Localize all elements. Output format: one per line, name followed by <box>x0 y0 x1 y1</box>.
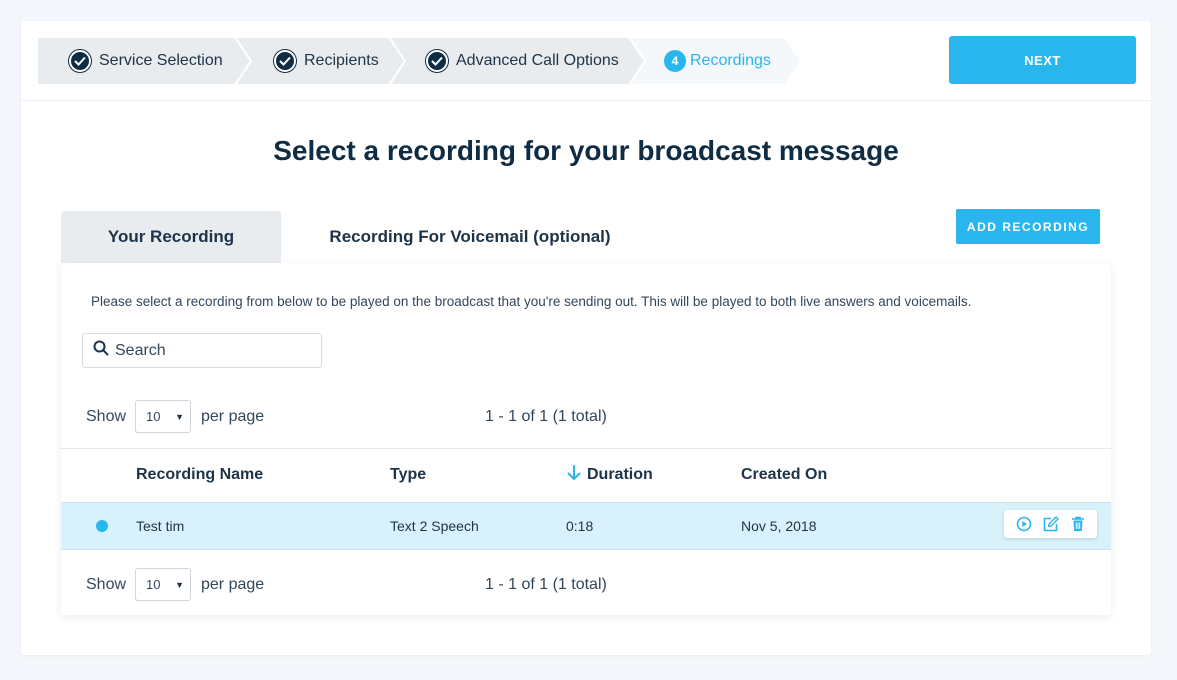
edit-icon[interactable] <box>1042 515 1060 533</box>
show-label: Show <box>86 408 127 425</box>
per-page-label: per page <box>201 408 265 425</box>
table-header: Recording Name Type Duration Created On <box>61 448 1111 502</box>
wizard-header: Service Selection Recipients Advanced Ca… <box>21 21 1151 101</box>
step-label: Recordings <box>690 52 771 69</box>
check-icon <box>426 50 448 72</box>
pagination-top: Show 10 ▼ per page 1 - 1 of 1 (1 total) <box>61 400 1111 434</box>
column-header-recording-name[interactable]: Recording Name <box>136 466 263 484</box>
column-header-duration[interactable]: Duration <box>587 466 653 484</box>
tab-recording-for-voicemail[interactable]: Recording For Voicemail (optional) <box>311 211 629 263</box>
cell-type: Text 2 Speech <box>390 518 479 534</box>
cell-recording-name: Test tim <box>136 518 185 534</box>
step-service-selection[interactable]: Service Selection <box>69 37 223 85</box>
row-actions <box>1004 510 1097 538</box>
cell-created-on: Nov 5, 2018 <box>741 518 817 534</box>
recordings-panel: Please select a recording from below to … <box>61 263 1111 615</box>
play-icon[interactable] <box>1015 515 1033 533</box>
step-label: Service Selection <box>99 52 223 69</box>
per-page-select[interactable]: 10 ▼ <box>135 400 191 433</box>
column-header-created-on[interactable]: Created On <box>741 466 827 484</box>
caret-down-icon: ▼ <box>175 579 184 590</box>
show-label: Show <box>86 576 127 593</box>
step-advanced-call-options[interactable]: Advanced Call Options <box>426 37 619 85</box>
next-button[interactable]: NEXT <box>949 36 1136 84</box>
check-icon <box>274 50 296 72</box>
pagination-summary: 1 - 1 of 1 (1 total) <box>485 408 607 425</box>
step-label: Recipients <box>304 52 379 69</box>
pagination-summary: 1 - 1 of 1 (1 total) <box>485 576 607 593</box>
caret-down-icon: ▼ <box>175 411 184 422</box>
trash-icon[interactable] <box>1069 515 1087 533</box>
step-label: Advanced Call Options <box>456 52 619 69</box>
search-input[interactable] <box>115 341 315 360</box>
column-header-type[interactable]: Type <box>390 466 426 484</box>
step-progress: Service Selection Recipients Advanced Ca… <box>37 37 807 85</box>
table-row[interactable]: Test tim Text 2 Speech 0:18 Nov 5, 2018 <box>61 502 1111 550</box>
page-title: Select a recording for your broadcast me… <box>273 135 899 166</box>
step-number: 4 <box>664 50 686 72</box>
pagination-bottom: Show 10 ▼ per page 1 - 1 of 1 (1 total) <box>61 568 1111 602</box>
per-page-select[interactable]: 10 ▼ <box>135 568 191 601</box>
step-recipients[interactable]: Recipients <box>274 37 379 85</box>
row-selected-radio[interactable] <box>96 520 108 532</box>
add-recording-button[interactable]: ADD RECORDING <box>956 209 1100 244</box>
wizard-card: Service Selection Recipients Advanced Ca… <box>21 21 1151 655</box>
step-recordings[interactable]: 4 Recordings <box>664 37 771 85</box>
per-page-value: 10 <box>146 409 161 424</box>
tab-your-recording[interactable]: Your Recording <box>61 211 281 263</box>
per-page-value: 10 <box>146 577 161 592</box>
check-icon <box>69 50 91 72</box>
cell-duration: 0:18 <box>566 518 594 534</box>
arrow-down-icon <box>567 465 581 486</box>
search-box[interactable] <box>82 333 322 368</box>
per-page-label: per page <box>201 576 265 593</box>
instructions-text: Please select a recording from below to … <box>91 294 972 309</box>
search-icon <box>93 340 109 361</box>
